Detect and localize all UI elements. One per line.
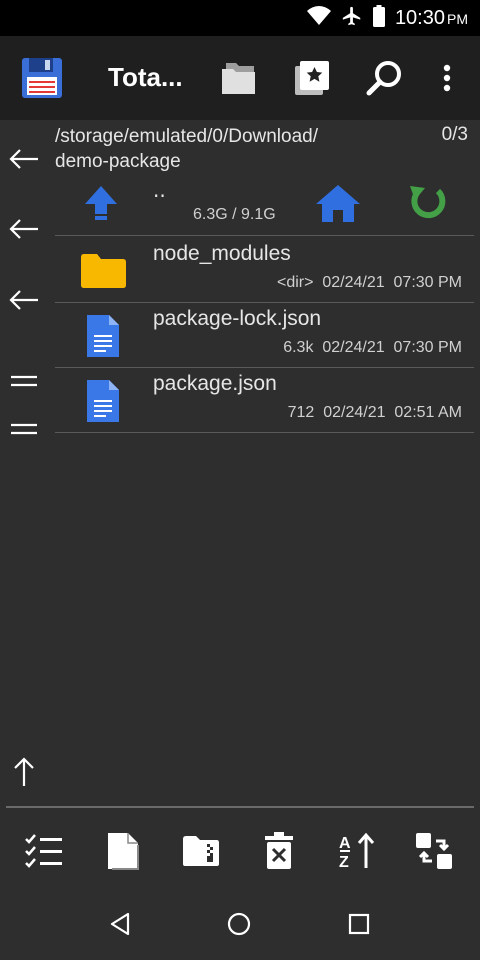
current-path[interactable]: /storage/emulated/0/Download/ demo-packa… bbox=[55, 124, 375, 174]
file-name: package-lock.json bbox=[153, 307, 322, 330]
system-nav-bar bbox=[0, 886, 480, 960]
folder-icon bbox=[77, 246, 129, 296]
selection-count: 0/3 bbox=[441, 124, 468, 145]
scroll-top-arrow-icon[interactable] bbox=[6, 756, 42, 788]
clock: 10:30 PM bbox=[394, 6, 468, 29]
file-meta: <dir> 02/24/21 07:30 PM bbox=[276, 274, 462, 291]
overflow-menu-icon[interactable] bbox=[425, 56, 469, 100]
storage-space: 6.3G / 9.1G bbox=[193, 206, 276, 223]
path-line: /storage/emulated/0/Download/ bbox=[55, 126, 318, 147]
nav-back-icon[interactable] bbox=[100, 908, 140, 940]
back-arrow-icon[interactable] bbox=[6, 285, 42, 315]
wifi-icon bbox=[306, 6, 331, 30]
back-arrow-icon[interactable] bbox=[6, 214, 42, 244]
delete-trash-icon[interactable] bbox=[255, 828, 303, 874]
file-name: node_modules bbox=[153, 242, 291, 265]
nav-home-icon[interactable] bbox=[219, 908, 259, 940]
back-arrow-icon[interactable] bbox=[6, 144, 42, 174]
app-logo-floppy-icon[interactable] bbox=[20, 56, 64, 100]
file-name: package.json bbox=[153, 372, 277, 395]
refresh-icon[interactable] bbox=[407, 182, 449, 228]
zip-archive-icon[interactable] bbox=[177, 828, 225, 874]
home-icon[interactable] bbox=[313, 182, 363, 228]
toolbar-divider bbox=[6, 806, 474, 808]
document-icon bbox=[77, 376, 129, 426]
sort-az-icon[interactable]: A Z bbox=[333, 828, 381, 874]
svg-text:Z: Z bbox=[339, 854, 349, 870]
list-item[interactable]: package-lock.json 6.3k 02/24/21 07:30 PM bbox=[55, 303, 474, 368]
menu-lines-icon[interactable] bbox=[6, 414, 42, 444]
file-meta: 6.3k 02/24/21 07:30 PM bbox=[283, 339, 462, 356]
nav-recents-icon[interactable] bbox=[339, 908, 379, 940]
swap-panels-icon[interactable] bbox=[410, 828, 458, 874]
battery-icon bbox=[372, 5, 385, 31]
status-bar: 10:30 PM bbox=[0, 0, 480, 36]
status-icons: 10:30 PM bbox=[306, 0, 468, 36]
bookmarks-star-icon[interactable] bbox=[290, 56, 334, 100]
new-file-icon[interactable] bbox=[99, 828, 147, 874]
app-bar: Tota... bbox=[0, 36, 480, 120]
list-item[interactable]: node_modules <dir> 02/24/21 07:30 PM bbox=[55, 238, 474, 303]
document-icon bbox=[77, 311, 129, 361]
svg-text:A: A bbox=[339, 835, 351, 852]
parent-dir-label: .. bbox=[153, 178, 166, 202]
folders-icon[interactable] bbox=[218, 56, 262, 100]
path-line: demo-package bbox=[55, 151, 181, 172]
airplane-mode-icon bbox=[341, 5, 363, 31]
menu-lines-icon[interactable] bbox=[6, 366, 42, 396]
app-title: Tota... bbox=[108, 62, 183, 92]
search-icon[interactable] bbox=[362, 56, 406, 100]
select-checklist-icon[interactable] bbox=[20, 828, 68, 874]
bottom-toolbar: A Z bbox=[0, 816, 480, 886]
file-meta: 712 02/24/21 02:51 AM bbox=[287, 404, 462, 421]
list-item[interactable]: package.json 712 02/24/21 02:51 AM bbox=[55, 368, 474, 433]
up-arrow-icon[interactable] bbox=[83, 184, 119, 226]
parent-directory-row[interactable]: .. 6.3G / 9.1G bbox=[55, 176, 474, 236]
